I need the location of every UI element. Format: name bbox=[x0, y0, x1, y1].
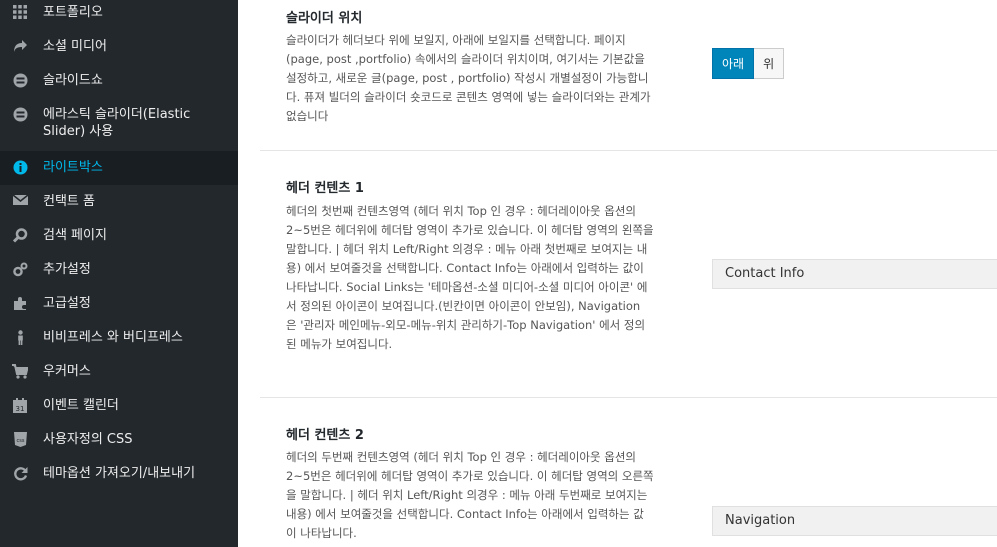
sidebar-item-lightbox[interactable]: 라이트박스 bbox=[0, 151, 238, 185]
option-above-button[interactable]: 위 bbox=[754, 48, 785, 79]
sidebar-item-label: 추가설정 bbox=[43, 262, 91, 277]
divider bbox=[260, 397, 997, 398]
search-icon bbox=[12, 228, 28, 244]
svg-text:css: css bbox=[16, 438, 24, 444]
section-title-header-content-2: 헤더 컨텐츠 2 bbox=[286, 428, 364, 443]
option-below-button[interactable]: 아래 bbox=[712, 48, 755, 79]
svg-text:31: 31 bbox=[16, 405, 25, 413]
css-icon: css bbox=[12, 432, 28, 448]
sidebar-item-label: 라이트박스 bbox=[43, 160, 103, 175]
puzzle-icon bbox=[12, 296, 28, 312]
slideshow-icon bbox=[12, 73, 28, 89]
sidebar-item-label: 검색 페이지 bbox=[43, 228, 107, 243]
info-icon bbox=[12, 160, 28, 176]
section-desc-header-content-1: 헤더의 첫번째 컨텐츠영역 (헤더 위치 Top 인 경우 : 헤더레이아웃 옵… bbox=[286, 204, 654, 351]
sidebar-item-label: 이벤트 캘린더 bbox=[43, 398, 119, 413]
slider-position-toggle: 아래 위 bbox=[712, 48, 785, 79]
mail-icon bbox=[12, 194, 28, 210]
section-desc-slider-position: 슬라이더가 헤더보다 위에 보일지, 아래에 보일지를 선택합니다. 페이지(p… bbox=[286, 33, 651, 123]
sidebar-item-label: 소셜 미디어 bbox=[43, 39, 107, 54]
slider-icon bbox=[12, 107, 28, 123]
section-desc-header-content-2: 헤더의 두번째 컨텐츠영역 (헤더 위치 Top 인 경우 : 헤더레이아웃 옵… bbox=[286, 450, 654, 540]
sidebar-item-label: 컨택트 폼 bbox=[43, 194, 95, 209]
section-title-slider-position: 슬라이더 위치 bbox=[286, 11, 363, 26]
header-content-2-select[interactable]: Navigation bbox=[712, 506, 997, 536]
sidebar-item-label: 비비프레스 와 버디프레스 bbox=[43, 330, 183, 345]
sidebar-item-label: 고급설정 bbox=[43, 296, 91, 311]
cart-icon bbox=[12, 364, 29, 380]
options-panel: 슬라이더 위치 슬라이더가 헤더보다 위에 보일지, 아래에 보일지를 선택합니… bbox=[238, 0, 997, 547]
grid-icon bbox=[12, 5, 28, 21]
calendar-icon: 31 bbox=[12, 398, 28, 414]
header-content-1-select[interactable]: Contact Info bbox=[712, 259, 997, 289]
sidebar-item-label: 에라스틱 슬라이더(Elastic Slider) 사용 bbox=[43, 107, 191, 139]
sidebar-item-label: 테마옵션 가져오기/내보내기 bbox=[43, 466, 196, 481]
sidebar-item-label: 포트폴리오 bbox=[43, 5, 103, 20]
divider bbox=[260, 150, 997, 151]
sidebar-item-label: 사용자정의 CSS bbox=[43, 432, 133, 447]
share-icon bbox=[12, 39, 28, 55]
section-title-header-content-1: 헤더 컨텐츠 1 bbox=[286, 181, 364, 196]
sidebar-item-label: 우커머스 bbox=[43, 364, 91, 379]
admin-sidebar: 포트폴리오 소셜 미디어 슬라이드쇼 에라스틱 슬라이더(Elastic Sli… bbox=[0, 0, 238, 547]
refresh-icon bbox=[12, 466, 28, 482]
gears-icon bbox=[12, 262, 28, 278]
sidebar-item-label: 슬라이드쇼 bbox=[43, 73, 103, 88]
person-icon bbox=[12, 330, 28, 346]
